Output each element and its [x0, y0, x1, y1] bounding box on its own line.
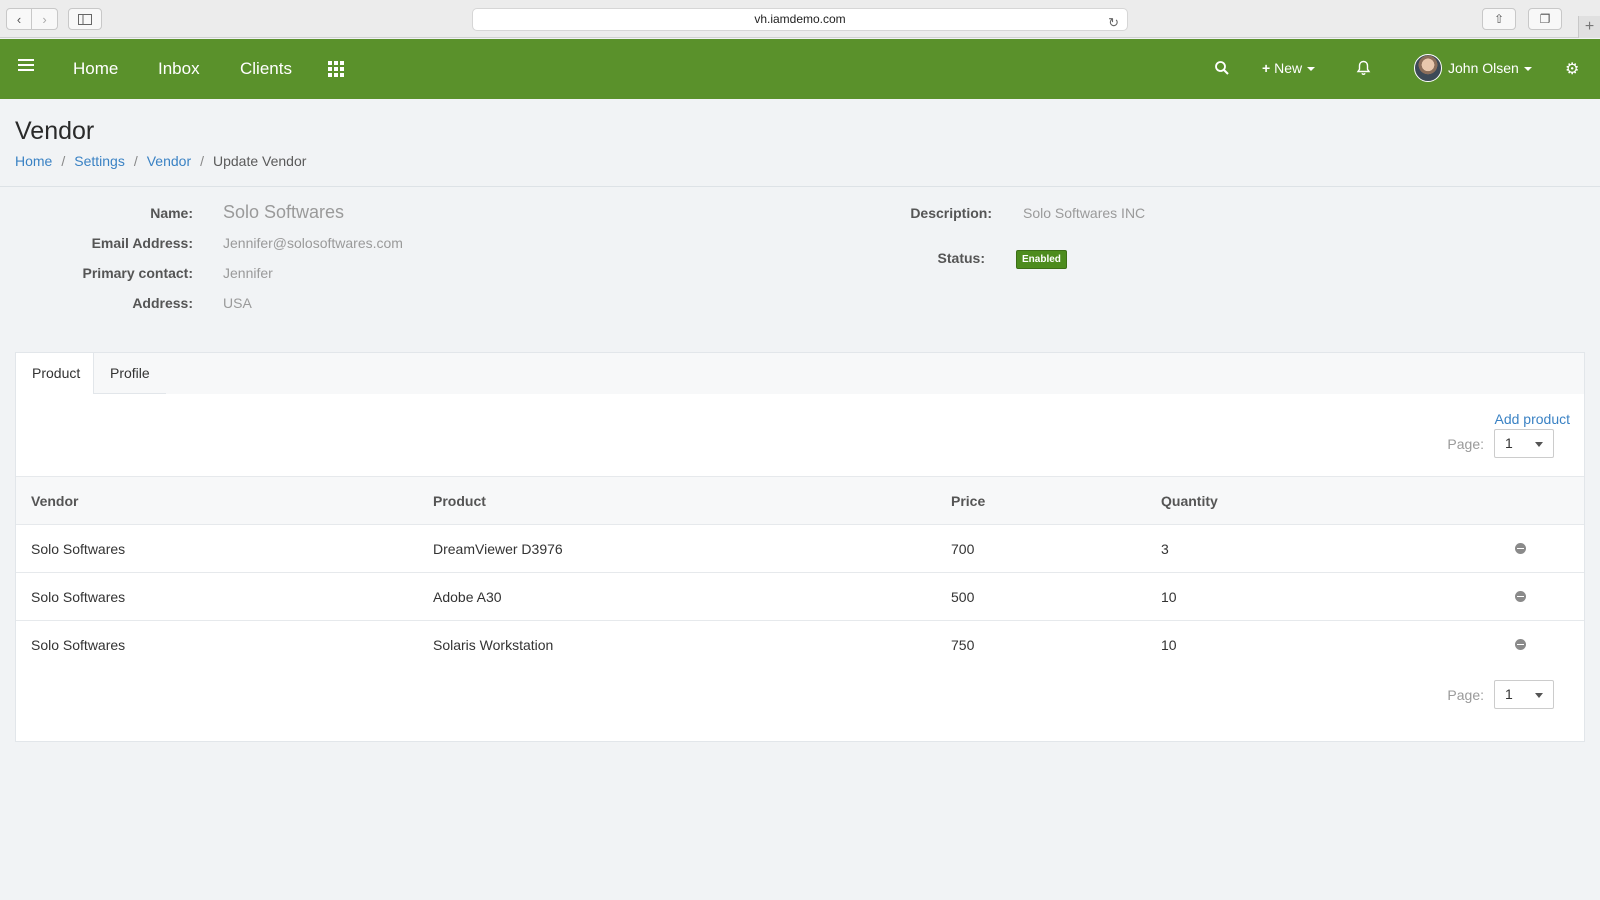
apps-grid-icon[interactable] [328, 61, 344, 77]
search-icon[interactable] [1214, 60, 1230, 76]
address-value: USA [223, 295, 252, 311]
reload-icon[interactable]: ↻ [1108, 12, 1119, 33]
col-product[interactable]: Product [418, 477, 936, 525]
products-table: Vendor Product Price Quantity Solo Softw… [16, 476, 1584, 669]
name-value: Solo Softwares [223, 202, 345, 222]
remove-icon[interactable] [1515, 638, 1526, 650]
col-vendor[interactable]: Vendor [16, 477, 418, 525]
products-panel: Product Profile Add product Page: 1 Vend… [15, 352, 1585, 742]
page-label: Page: [1447, 435, 1484, 452]
cell-actions [1464, 572, 1584, 621]
cell-actions [1464, 620, 1584, 669]
cell-quantity: 3 [1146, 524, 1464, 573]
tab-profile[interactable]: Profile [94, 353, 166, 394]
table-row: Solo Softwares Adobe A30 500 10 [16, 572, 1584, 621]
cell-price: 500 [936, 572, 1146, 621]
cell-vendor: Solo Softwares [16, 524, 418, 573]
pagination-bottom: Page: 1 [1447, 680, 1554, 709]
cell-price: 700 [936, 524, 1146, 573]
cell-vendor: Solo Softwares [16, 572, 418, 621]
sidebar-toggle-icon[interactable] [68, 8, 102, 30]
user-name: John Olsen [1448, 60, 1519, 76]
new-tab-icon[interactable]: + [1578, 16, 1600, 38]
tab-bar: Product Profile [16, 353, 1584, 394]
app-header: Home Inbox Clients + New John Olsen ⚙ [0, 39, 1600, 99]
table-row: Solo Softwares Solaris Workstation 750 1… [16, 620, 1584, 669]
email-value: Jennifer@solosoftwares.com [223, 235, 403, 251]
chevron-down-icon [1523, 67, 1532, 72]
page-select[interactable]: 1 [1494, 680, 1554, 709]
cell-quantity: 10 [1146, 572, 1464, 621]
chevron-down-icon [1535, 693, 1543, 698]
url-text: vh.iamdemo.com [754, 12, 846, 26]
user-menu[interactable]: John Olsen [1448, 60, 1532, 76]
browser-chrome: ‹ › vh.iamdemo.com ↻ ⇧ ❐ + [0, 0, 1600, 38]
add-product-link[interactable]: Add product [1495, 411, 1571, 427]
contact-label: Primary contact: [82, 265, 193, 281]
share-icon[interactable]: ⇧ [1482, 8, 1516, 30]
forward-icon[interactable]: › [32, 8, 58, 30]
email-label: Email Address: [91, 235, 193, 251]
chevron-down-icon [1535, 442, 1543, 447]
page-select-value: 1 [1505, 435, 1513, 451]
nav-home[interactable]: Home [73, 59, 118, 79]
page-select[interactable]: 1 [1494, 429, 1554, 458]
description-value: Solo Softwares INC [1023, 205, 1146, 221]
tabs-overview-icon[interactable]: ❐ [1528, 8, 1562, 30]
address-label: Address: [132, 295, 193, 311]
address-bar[interactable]: vh.iamdemo.com ↻ [472, 8, 1128, 31]
nav-clients[interactable]: Clients [240, 59, 292, 79]
page-header: Vendor Home / Settings / Vendor / Update Vendo… [0, 99, 1600, 187]
name-label: Name: [150, 205, 193, 221]
breadcrumb-vendor[interactable]: Vendor [147, 153, 191, 169]
breadcrumb: Home / Settings / Vendor / Update Vendor [15, 153, 307, 169]
table-row: Solo Softwares DreamViewer D3976 700 3 [16, 524, 1584, 573]
cell-price: 750 [936, 620, 1146, 669]
menu-icon[interactable] [18, 59, 34, 75]
breadcrumb-current: Update Vendor [213, 153, 307, 169]
table-header-row: Vendor Product Price Quantity [16, 476, 1584, 525]
cell-product: Adobe A30 [418, 572, 936, 621]
description-label: Description: [910, 205, 992, 221]
remove-icon[interactable] [1515, 590, 1526, 602]
nav-inbox[interactable]: Inbox [158, 59, 200, 79]
cell-actions [1464, 524, 1584, 573]
remove-icon[interactable] [1515, 542, 1526, 554]
new-label: New [1274, 60, 1303, 76]
browser-nav: ‹ › [6, 8, 58, 30]
page-title: Vendor [15, 117, 95, 145]
cell-quantity: 10 [1146, 620, 1464, 669]
tab-product[interactable]: Product [16, 353, 94, 394]
col-quantity[interactable]: Quantity [1146, 477, 1464, 525]
status-label: Status: [937, 250, 985, 266]
col-actions [1464, 477, 1584, 525]
col-price[interactable]: Price [936, 477, 1146, 525]
cell-product: DreamViewer D3976 [418, 524, 936, 573]
page-select-value: 1 [1505, 686, 1513, 702]
page-label: Page: [1447, 686, 1484, 703]
pagination-top: Page: 1 [1447, 429, 1554, 458]
chevron-down-icon [1307, 67, 1316, 72]
cell-vendor: Solo Softwares [16, 620, 418, 669]
contact-value: Jennifer [223, 265, 273, 281]
breadcrumb-settings[interactable]: Settings [74, 153, 125, 169]
back-icon[interactable]: ‹ [6, 8, 32, 30]
breadcrumb-home[interactable]: Home [15, 153, 52, 169]
avatar[interactable] [1414, 54, 1442, 82]
new-dropdown-button[interactable]: + New [1262, 60, 1316, 76]
cell-product: Solaris Workstation [418, 620, 936, 669]
gear-icon[interactable]: ⚙ [1565, 59, 1579, 79]
bell-icon[interactable] [1356, 60, 1371, 76]
status-badge: Enabled [1016, 250, 1067, 269]
